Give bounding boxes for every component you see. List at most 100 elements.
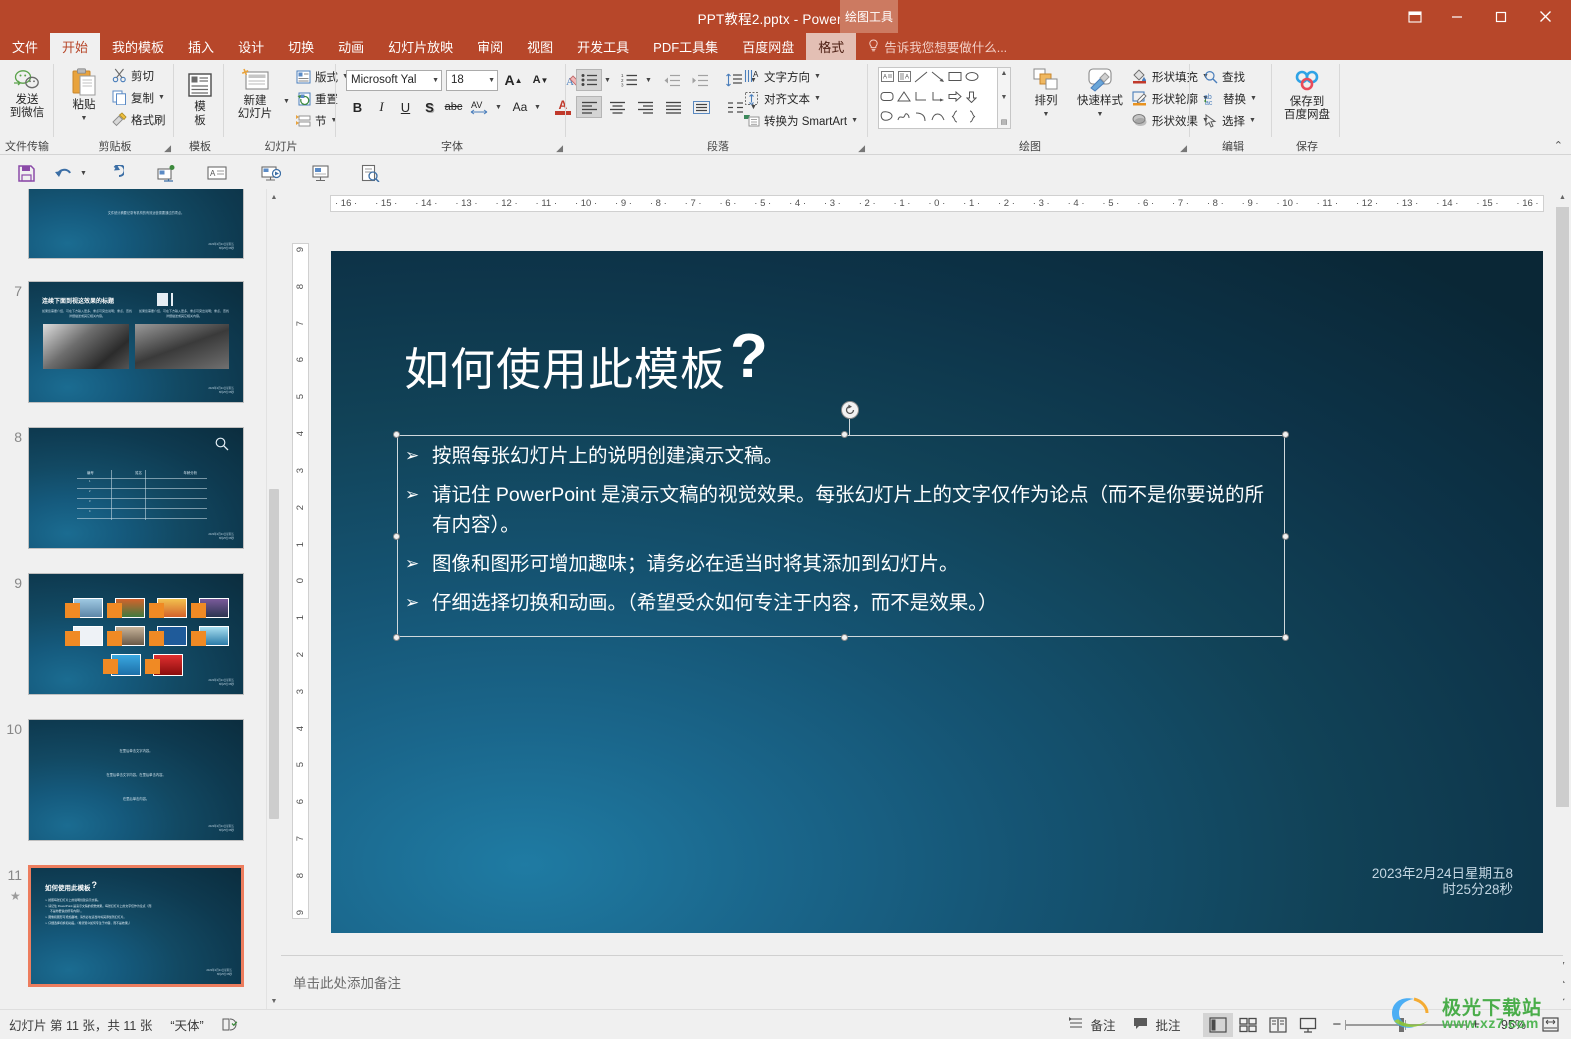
change-case-button[interactable]: Aa: [507, 96, 533, 118]
copy-dropdown-caret[interactable]: ▼: [158, 94, 165, 101]
from-beginning-icon[interactable]: [251, 158, 291, 188]
tab-insert[interactable]: 插入: [176, 33, 226, 60]
text-box-icon[interactable]: A: [197, 158, 237, 188]
minimize-button[interactable]: [1435, 1, 1479, 32]
shape-arc-icon[interactable]: [914, 111, 928, 125]
quick-styles-button[interactable]: 快速样式 ▼: [1074, 64, 1126, 121]
thumbnail-pane-scrollbar[interactable]: ▲ ▼: [266, 189, 281, 1009]
increase-indent-button[interactable]: [688, 69, 714, 91]
increase-font-size-button[interactable]: A ▲: [502, 69, 525, 91]
tab-pdf-tools[interactable]: PDF工具集: [641, 33, 730, 60]
tab-my-templates[interactable]: 我的模板: [100, 33, 176, 60]
canvas-scroll-up-icon[interactable]: ▲: [1554, 189, 1571, 206]
shape-textbox-icon[interactable]: A: [881, 71, 894, 85]
fit-slide-to-window-button[interactable]: [1535, 1013, 1565, 1037]
redo-icon[interactable]: [95, 158, 135, 188]
tab-view[interactable]: 视图: [515, 33, 565, 60]
shape-triangle-icon[interactable]: [897, 91, 912, 105]
comments-toggle-button[interactable]: 批注: [1124, 1012, 1189, 1038]
shape-rectangle-icon[interactable]: [948, 71, 962, 85]
paste-dropdown-caret[interactable]: ▼: [81, 112, 88, 125]
slide-thumbnail-pane[interactable]: 6 概要 文件统计摘要记录有机构的有效运营需要通过的项点。 2023年2月24日…: [0, 189, 266, 1009]
bullet-list[interactable]: ➢ 按照每张幻灯片上的说明创建演示文稿。 ➢ 请记住 PowerPoint 是演…: [405, 441, 1277, 627]
collapse-ribbon-button[interactable]: ⌃: [1554, 139, 1563, 152]
slide-position-indicator[interactable]: 幻灯片 第 11 张，共 11 张: [0, 1012, 161, 1038]
cut-button[interactable]: 剪切: [108, 65, 158, 86]
strikethrough-button[interactable]: abc: [442, 96, 465, 118]
tab-review[interactable]: 审阅: [465, 33, 515, 60]
tab-transitions[interactable]: 切换: [276, 33, 326, 60]
canvas-scrollbar-thumb[interactable]: [1556, 207, 1569, 807]
thumbnail-slide-10[interactable]: 10 在里后单击文字内容。 在里后单击文字内容。在里后单击内容。 在里后单击内容…: [0, 719, 266, 841]
rotation-handle[interactable]: [841, 401, 859, 419]
notes-toggle-button[interactable]: 备注: [1060, 1012, 1124, 1038]
copy-button[interactable]: 复制 ▼: [108, 87, 169, 108]
character-spacing-caret[interactable]: ▼: [495, 104, 502, 111]
save-icon[interactable]: [6, 158, 46, 188]
align-right-button[interactable]: [632, 96, 658, 118]
drawing-dialog-launcher[interactable]: ◢: [1180, 143, 1187, 154]
slideshow-view-button[interactable]: [1293, 1013, 1323, 1037]
tab-file[interactable]: 文件: [0, 33, 51, 60]
tab-format[interactable]: 格式: [806, 33, 857, 60]
thumbnail-slide-8[interactable]: 8 编号 姓名 年龄分析 1 2 3 4 2023年2月24日星期五 8时25分…: [0, 427, 266, 549]
resize-handle-se[interactable]: [1282, 634, 1289, 641]
shapes-grid[interactable]: A A: [878, 67, 998, 129]
template-button[interactable]: 模 板: [176, 68, 224, 128]
character-spacing-button[interactable]: AV: [466, 96, 494, 118]
shape-oval-icon[interactable]: [965, 71, 979, 85]
shape-scribble-icon[interactable]: [897, 111, 911, 125]
replace-caret[interactable]: ▼: [1250, 95, 1257, 102]
zoom-level-indicator[interactable]: 95%: [1489, 1012, 1535, 1038]
shape-vertical-textbox-icon[interactable]: A: [897, 71, 911, 85]
normal-view-button[interactable]: [1203, 1012, 1234, 1037]
maximize-button[interactable]: [1479, 1, 1523, 32]
smartart-caret[interactable]: ▼: [851, 117, 858, 124]
shape-elbow-connector-icon[interactable]: [914, 91, 928, 105]
distributed-button[interactable]: [688, 96, 714, 118]
thumbnail-slide-11[interactable]: 11 ★ 如何使用此模板 ? ➢ 按照每张幻灯片上的说明创建演示文稿。 ➢ 请记…: [0, 865, 266, 987]
format-painter-button[interactable]: 格式刷: [108, 109, 170, 130]
shapes-scroll-up-icon[interactable]: ▲: [1001, 70, 1008, 77]
shape-freeform-icon[interactable]: [880, 111, 894, 125]
slide-date-placeholder[interactable]: 2023年2月24日星期五8 时25分28秒: [1293, 866, 1513, 898]
zoom-out-button[interactable]: −: [1323, 1012, 1345, 1038]
align-text-button[interactable]: 对齐文本 ▼: [740, 88, 862, 109]
zoom-slider-knob[interactable]: [1399, 1017, 1405, 1032]
slide-canvas[interactable]: 如何使用此模板 ? ➢ 按照每张幻灯片上的说明创建演示文稿。 ➢ 请记住 Pow…: [331, 251, 1543, 933]
bullets-button[interactable]: [576, 69, 602, 91]
numbering-button[interactable]: 123: [617, 69, 643, 91]
thumbnail-slide-9[interactable]: 9 2023年2月24日星期五 8时25分28秒: [0, 573, 266, 695]
scrollbar-thumb[interactable]: [269, 489, 279, 819]
align-text-caret[interactable]: ▼: [814, 95, 821, 102]
resize-handle-sw[interactable]: [393, 634, 400, 641]
resize-handle-ne[interactable]: [1282, 431, 1289, 438]
justify-button[interactable]: [660, 96, 686, 118]
clipboard-dialog-launcher[interactable]: ◢: [164, 143, 171, 154]
tab-slideshow[interactable]: 幻灯片放映: [376, 33, 465, 60]
font-dialog-launcher[interactable]: ◢: [556, 143, 563, 154]
text-direction-button[interactable]: A 文字方向 ▼: [740, 66, 862, 87]
underline-button[interactable]: U: [394, 96, 417, 118]
shape-curve-icon[interactable]: [931, 111, 945, 125]
shape-right-brace-icon[interactable]: [967, 110, 977, 126]
ribbon-display-options-icon[interactable]: [1395, 1, 1435, 32]
tab-developer[interactable]: 开发工具: [565, 33, 641, 60]
tab-home[interactable]: 开始: [50, 33, 101, 60]
decrease-font-size-button[interactable]: A ▼: [529, 69, 552, 91]
find-button[interactable]: 查找: [1200, 66, 1249, 87]
shape-elbow-arrow-icon[interactable]: [931, 91, 945, 105]
tab-baidu-netdisk[interactable]: 百度网盘: [730, 33, 806, 60]
shapes-scroll-down-icon[interactable]: ▼: [1001, 94, 1008, 101]
bullets-caret[interactable]: ▼: [604, 77, 611, 84]
resize-handle-w[interactable]: [393, 533, 400, 540]
arrange-button[interactable]: 排列 ▼: [1022, 64, 1070, 121]
slide-title[interactable]: 如何使用此模板 ?: [404, 325, 769, 398]
shape-right-arrow-icon[interactable]: [948, 90, 962, 105]
thumbnail-slide-6[interactable]: 6 概要 文件统计摘要记录有机构的有效运营需要通过的项点。 2023年2月24日…: [0, 189, 266, 259]
shapes-gallery[interactable]: A A ▲ ▼ ▤: [878, 67, 1011, 129]
notes-pane[interactable]: 单击此处添加备注: [281, 955, 1563, 1007]
bold-button[interactable]: B: [346, 96, 369, 118]
convert-to-smartart-button[interactable]: 转换为 SmartArt ▼: [740, 110, 862, 131]
arrange-caret[interactable]: ▼: [1043, 108, 1050, 121]
